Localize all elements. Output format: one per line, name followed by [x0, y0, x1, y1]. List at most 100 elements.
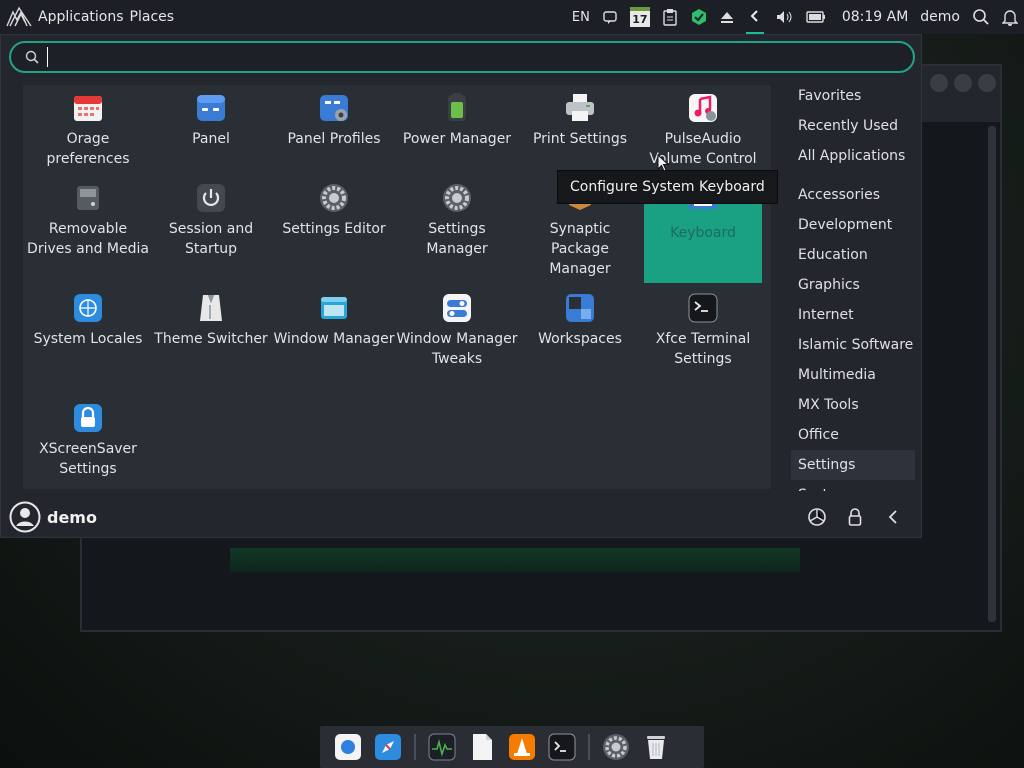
category-internet[interactable]: Internet [791, 300, 915, 330]
app-theme-switcher[interactable]: Theme Switcher [150, 285, 272, 389]
toggle-icon [443, 294, 471, 322]
app-window-manager-tweaks[interactable]: Window Manager Tweaks [396, 285, 518, 389]
dock-separator [414, 734, 416, 760]
menu-user-name: demo [47, 507, 97, 527]
music-note-icon [689, 94, 717, 122]
app-settings-manager[interactable]: Settings Manager [396, 175, 518, 279]
window-button-icon[interactable] [978, 74, 996, 92]
apps-grid: Orage preferences Panel Panel Profiles P… [23, 85, 771, 489]
places-menu[interactable]: Places [130, 9, 175, 25]
battery-icon [448, 93, 466, 121]
category-favorites[interactable]: Favorites [791, 81, 915, 111]
show-desktop-icon[interactable] [334, 733, 362, 761]
search-input[interactable] [47, 47, 867, 67]
category-mx-tools[interactable]: MX Tools [791, 390, 915, 420]
chat-bubble-icon[interactable] [602, 9, 618, 25]
vlc-icon[interactable] [508, 733, 536, 761]
text-editor-icon[interactable] [468, 733, 496, 761]
workspaces-icon [566, 294, 594, 322]
app-window-manager[interactable]: Window Manager [273, 285, 395, 389]
eject-icon[interactable] [720, 10, 734, 24]
web-browser-icon[interactable] [374, 733, 402, 761]
window-button-icon[interactable] [930, 74, 948, 92]
user-menu[interactable]: demo [920, 9, 960, 25]
app-label: Settings Editor [282, 221, 386, 237]
app-workspaces[interactable]: Workspaces [519, 285, 641, 389]
window-button-icon[interactable] [954, 74, 972, 92]
category-office[interactable]: Office [791, 420, 915, 450]
tooltip: Configure System Keyboard [557, 170, 778, 204]
app-label: Theme Switcher [154, 331, 268, 347]
app-label: Power Manager [402, 131, 512, 147]
globe-icon [74, 294, 102, 322]
app-system-locales[interactable]: System Locales [27, 285, 149, 389]
tray-expand-arrow[interactable] [745, 0, 764, 34]
chevron-left-icon [750, 10, 758, 22]
calendar-icon [74, 96, 102, 121]
category-islamic-software[interactable]: Islamic Software [791, 330, 915, 360]
clipboard-icon[interactable] [662, 8, 678, 26]
calendar-icon[interactable]: 17 [629, 7, 650, 27]
app-label: Synaptic Package Manager [549, 221, 611, 277]
app-label: Workspaces [538, 331, 622, 347]
app-orage-preferences[interactable]: Orage preferences [27, 85, 149, 189]
chevron-left-icon[interactable] [883, 507, 903, 527]
app-label: Panel Profiles [287, 131, 381, 147]
app-panel[interactable]: Panel [150, 85, 272, 189]
mx-logo-icon[interactable] [6, 6, 32, 28]
category-accessories[interactable]: Accessories [791, 180, 915, 210]
menu-footer: demo [1, 495, 921, 539]
search-icon [25, 50, 39, 64]
app-label: Keyboard [670, 225, 736, 241]
settings-icon[interactable] [807, 507, 827, 527]
app-label: Print Settings [532, 131, 628, 147]
trash-icon[interactable] [642, 733, 670, 761]
battery-icon[interactable] [806, 11, 826, 23]
app-label: XScreenSaver Settings [39, 441, 137, 477]
category-settings[interactable]: Settings [791, 450, 915, 480]
app-label: Settings Manager [426, 221, 488, 257]
app-panel-profiles[interactable]: Panel Profiles [273, 85, 395, 189]
settings-gear-icon[interactable] [602, 733, 630, 761]
calendar-day: 17 [632, 12, 648, 26]
applications-menu[interactable]: Applications [38, 9, 124, 25]
app-xscreensaver-settings[interactable]: XScreenSaver Settings [27, 395, 149, 499]
app-session-and-startup[interactable]: Session and Startup [150, 175, 272, 279]
avatar[interactable] [9, 501, 41, 533]
app-label: Window Manager [273, 331, 395, 347]
app-label: Xfce Terminal Settings [655, 331, 751, 367]
terminal-icon[interactable] [548, 733, 576, 761]
app-xfce-terminal-settings[interactable]: Xfce Terminal Settings [642, 285, 764, 389]
settings-gear-icon [320, 184, 348, 212]
background-glow [230, 548, 800, 572]
app-power-manager[interactable]: Power Manager [396, 85, 518, 189]
category-system[interactable]: System [791, 480, 915, 491]
search-bar[interactable] [9, 41, 915, 73]
volume-icon[interactable] [776, 10, 794, 24]
search-icon[interactable] [972, 8, 990, 26]
dock [320, 726, 704, 768]
app-label: Session and Startup [168, 221, 254, 257]
dock-separator [588, 734, 590, 760]
notification-bell-icon[interactable] [1002, 8, 1018, 26]
application-menu: Orage preferences Panel Panel Profiles P… [0, 34, 922, 538]
power-icon [197, 184, 225, 212]
app-removable-drives[interactable]: Removable Drives and Media [27, 175, 149, 279]
task-manager-icon[interactable] [428, 733, 456, 761]
category-education[interactable]: Education [791, 240, 915, 270]
category-development[interactable]: Development [791, 210, 915, 240]
keyboard-layout-indicator[interactable]: EN [572, 10, 590, 25]
app-label: Window Manager Tweaks [396, 331, 518, 367]
shirt-icon [200, 295, 222, 321]
top-panel: Applications Places EN 17 08:19 AM demo [0, 0, 1024, 34]
category-graphics[interactable]: Graphics [791, 270, 915, 300]
background-window-scrollbar[interactable] [988, 126, 996, 622]
category-multimedia[interactable]: Multimedia [791, 360, 915, 390]
category-all-applications[interactable]: All Applications [791, 141, 915, 171]
clock[interactable]: 08:19 AM [842, 9, 908, 25]
category-recently-used[interactable]: Recently Used [791, 111, 915, 141]
lock-screen-icon[interactable] [845, 507, 865, 527]
panel-icon [197, 95, 225, 121]
package-updates-icon[interactable] [690, 8, 708, 26]
app-settings-editor[interactable]: Settings Editor [273, 175, 395, 279]
